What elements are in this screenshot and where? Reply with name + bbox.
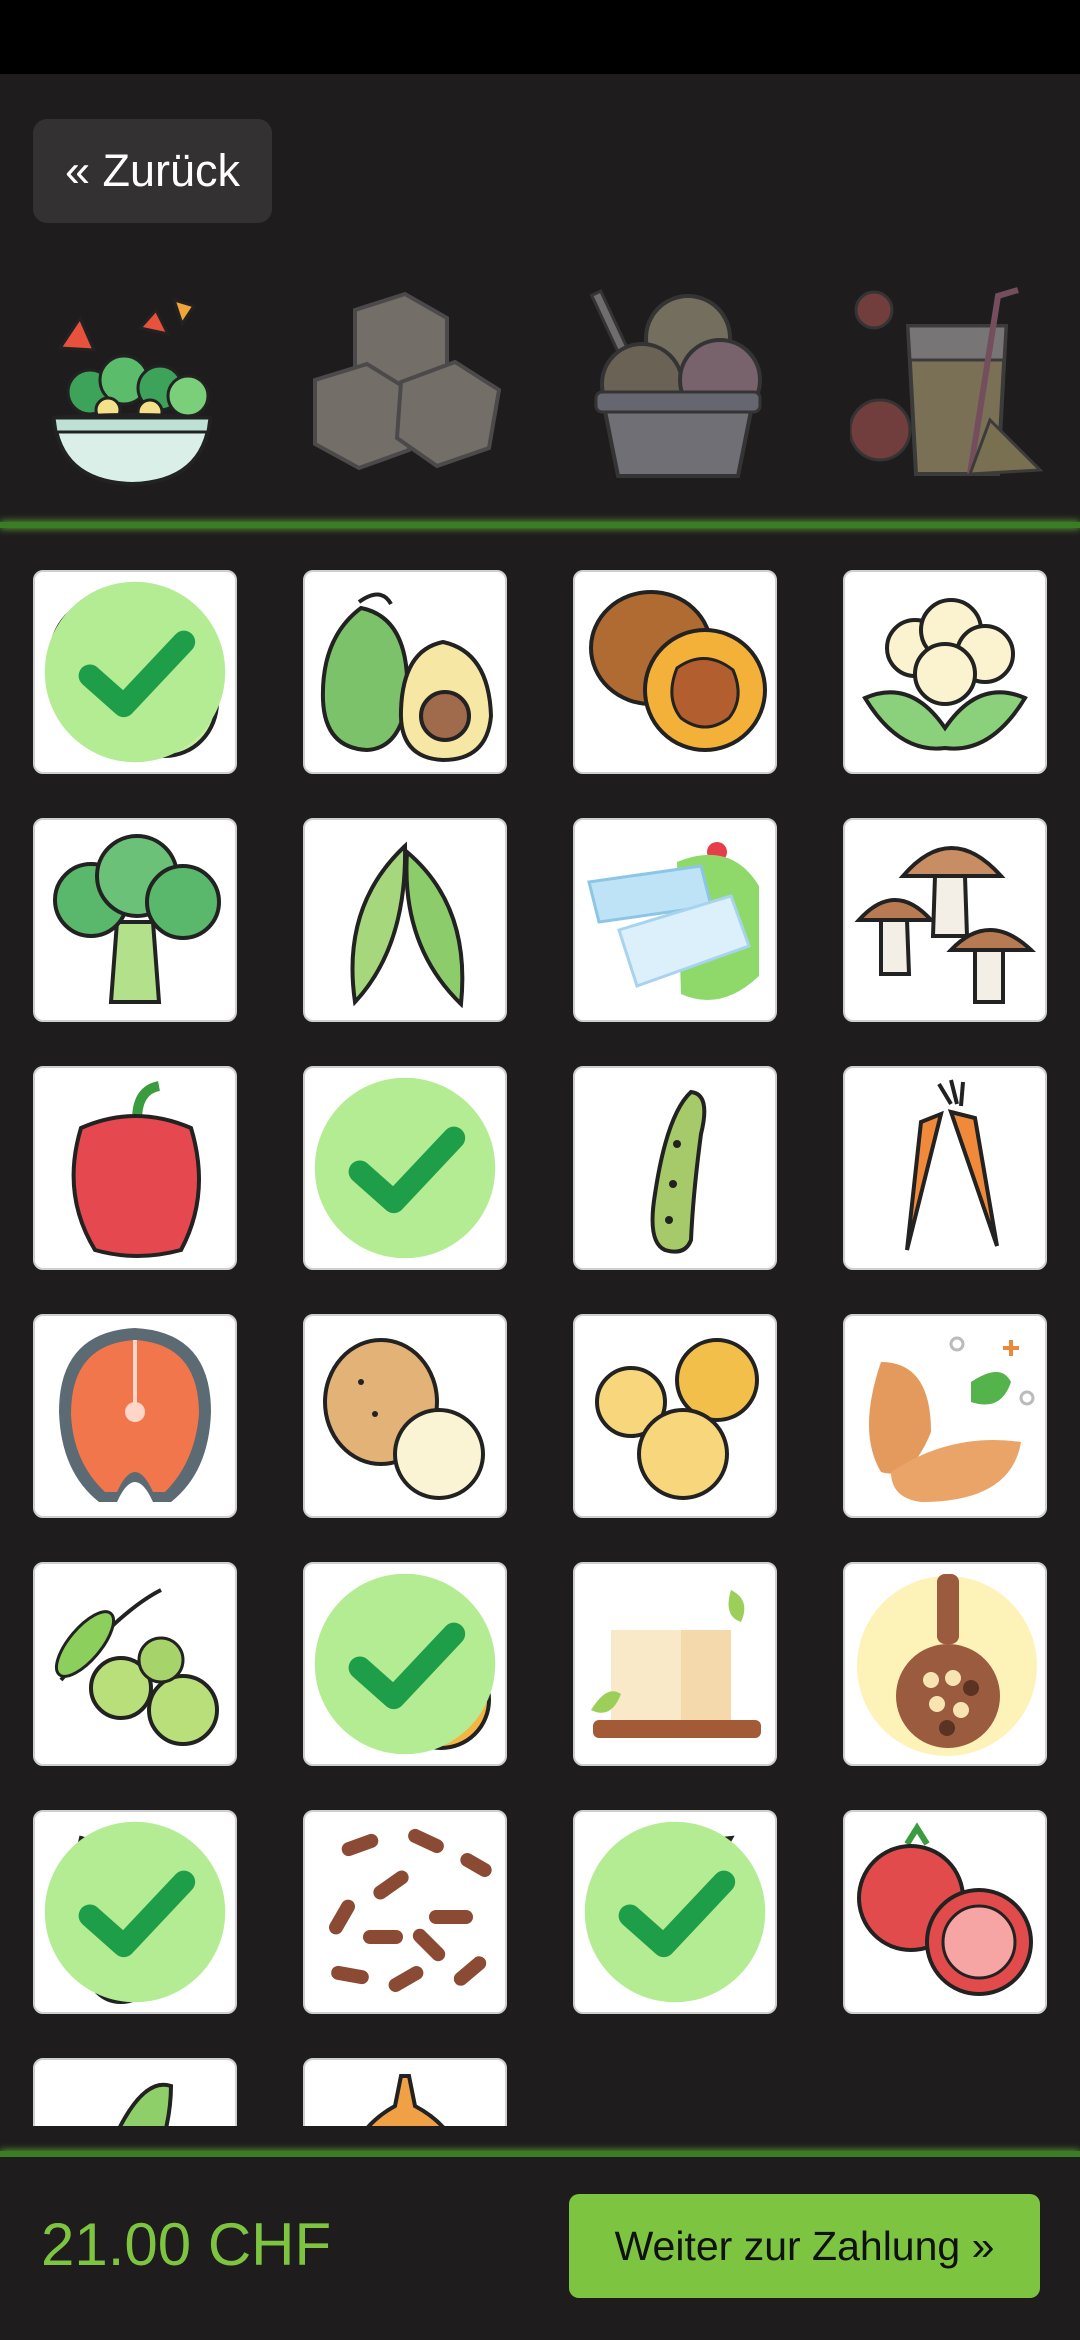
pickle-icon <box>650 1089 707 1254</box>
peas-icon <box>350 841 465 1009</box>
tomato-icon <box>857 1822 1033 1996</box>
bell-pepper-icon <box>71 1081 201 1258</box>
category-drinks[interactable] <box>850 280 1050 490</box>
almonds-icon <box>869 1336 1035 1502</box>
item-feta[interactable] <box>573 818 777 1022</box>
item-almonds[interactable] <box>843 1314 1047 1518</box>
item-orange[interactable] <box>303 1562 507 1766</box>
item-apple[interactable] <box>33 570 237 774</box>
order-total: 21.00 CHF <box>41 2211 332 2278</box>
item-chickpeas[interactable] <box>573 1314 777 1518</box>
item-tofu[interactable] <box>573 1562 777 1766</box>
item-rice[interactable] <box>303 1810 507 2014</box>
salad-bowl-icon <box>51 297 213 487</box>
rice-icon <box>329 1828 492 1992</box>
item-walnut[interactable] <box>573 570 777 774</box>
category-ice-cream[interactable] <box>578 280 778 490</box>
feta-cheese-icon <box>587 842 759 1000</box>
item-onion[interactable] <box>303 2058 507 2126</box>
avocado-icon <box>320 592 494 763</box>
item-lettuce[interactable] <box>303 1066 507 1270</box>
item-bell-pepper[interactable] <box>33 1066 237 1270</box>
sugar-cubes-icon <box>313 291 502 471</box>
selected-check-icon <box>44 1821 226 2003</box>
cauliflower-icon <box>862 598 1028 751</box>
item-avocado[interactable] <box>303 570 507 774</box>
broccoli-icon <box>53 834 221 1004</box>
item-salmon[interactable] <box>33 1314 237 1518</box>
selected-check-icon <box>314 1573 496 1755</box>
ice-cream-icon <box>589 289 762 478</box>
juice-icon <box>850 287 1044 476</box>
salmon-steak-icon <box>59 1328 211 1502</box>
chickpeas-icon <box>595 1338 759 1500</box>
item-zucchini[interactable] <box>33 2058 237 2126</box>
item-sunflower-seeds[interactable] <box>573 1810 777 2014</box>
item-olives[interactable] <box>33 1562 237 1766</box>
item-pickle[interactable] <box>573 1066 777 1270</box>
item-cauliflower[interactable] <box>843 570 1047 774</box>
mushrooms-icon <box>854 846 1037 1004</box>
item-radish[interactable] <box>33 1810 237 2014</box>
item-carrots[interactable] <box>843 1066 1047 1270</box>
category-sugar[interactable] <box>305 280 505 490</box>
item-grid <box>0 532 1080 2126</box>
carrots-icon <box>905 1079 999 1251</box>
back-button[interactable]: « Zurück <box>33 119 272 223</box>
onion-icon <box>366 2074 445 2126</box>
item-seeds-spoon[interactable] <box>843 1562 1047 1766</box>
item-peas[interactable] <box>303 818 507 1022</box>
tofu-icon <box>591 1590 761 1738</box>
potatoes-icon <box>323 1338 485 1500</box>
category-divider <box>0 522 1080 528</box>
seeds-spoon-icon <box>857 1574 1037 1756</box>
item-potatoes[interactable] <box>303 1314 507 1518</box>
proceed-to-payment-button[interactable]: Weiter zur Zahlung » <box>569 2194 1040 2298</box>
item-tomato[interactable] <box>843 1810 1047 2014</box>
selected-check-icon <box>584 1821 766 2003</box>
item-mushrooms[interactable] <box>843 818 1047 1022</box>
walnut-icon <box>589 590 767 752</box>
selected-check-icon <box>314 1077 496 1259</box>
item-broccoli[interactable] <box>33 818 237 1022</box>
zucchini-icon <box>118 2082 174 2126</box>
category-salads[interactable] <box>32 280 232 490</box>
selected-check-icon <box>44 581 226 763</box>
olives-icon <box>55 1588 219 1746</box>
status-bar <box>0 0 1080 74</box>
